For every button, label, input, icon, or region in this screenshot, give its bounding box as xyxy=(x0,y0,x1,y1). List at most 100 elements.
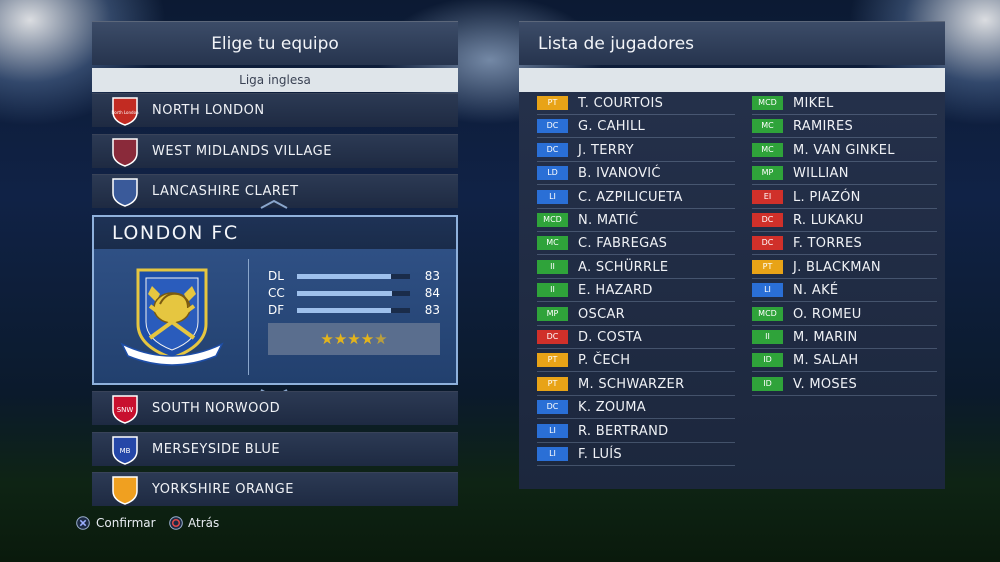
player-name: J. BLACKMAN xyxy=(793,259,881,275)
player-name: V. MOSES xyxy=(793,376,858,392)
team-row-south-norwood[interactable]: SNW SOUTH NORWOOD xyxy=(92,391,458,425)
position-badge: ID xyxy=(752,376,783,391)
svg-text:SNW: SNW xyxy=(117,406,134,414)
player-row[interactable]: PT P. ČECH xyxy=(537,349,735,373)
player-name: E. HAZARD xyxy=(578,283,653,299)
confirm-label[interactable]: Confirmar xyxy=(96,514,156,532)
player-row[interactable]: DC K. ZOUMA xyxy=(537,396,735,420)
yorkshire-orange-crest-icon xyxy=(112,476,138,505)
player-row[interactable]: MC RAMIRES xyxy=(752,115,937,139)
team-row-yorkshire-orange[interactable]: YORKSHIRE ORANGE xyxy=(92,472,458,506)
position-badge: MC xyxy=(752,119,783,134)
position-badge: ID xyxy=(752,353,783,368)
player-row[interactable]: PT J. BLACKMAN xyxy=(752,256,937,279)
player-row[interactable]: DC J. TERRY xyxy=(537,139,735,162)
player-row[interactable]: MCD MIKEL xyxy=(752,92,937,115)
player-row[interactable]: DC F. TORRES xyxy=(752,232,937,256)
player-row[interactable]: LI F. LUÍS xyxy=(537,443,735,466)
player-list-title: Lista de jugadores xyxy=(519,21,945,65)
player-row[interactable]: LI R. BERTRAND xyxy=(537,420,735,443)
team-select-title: Elige tu equipo xyxy=(92,21,458,65)
player-name: C. AZPILICUETA xyxy=(578,189,683,205)
player-row[interactable]: MC M. VAN GINKEL xyxy=(752,139,937,162)
player-name: A. SCHÜRRLE xyxy=(578,259,669,275)
position-badge: PT xyxy=(537,376,568,391)
player-row[interactable]: MP WILLIAN xyxy=(752,162,937,186)
player-row[interactable]: ID M. SALAH xyxy=(752,349,937,373)
player-row[interactable]: MCD O. ROMEU xyxy=(752,303,937,326)
player-row[interactable]: MP OSCAR xyxy=(537,303,735,326)
stat-bar xyxy=(297,274,410,279)
position-badge: LI xyxy=(537,189,568,204)
back-label[interactable]: Atrás xyxy=(188,514,219,532)
selected-team-card[interactable]: LONDON FC DL 83 CC 84 DF 83 ★★★★★ xyxy=(92,215,458,385)
team-name: YORKSHIRE ORANGE xyxy=(152,482,294,497)
position-badge: EI xyxy=(752,189,783,204)
position-badge: DC xyxy=(537,330,568,344)
player-row[interactable]: II E. HAZARD xyxy=(537,279,735,303)
position-badge: LI xyxy=(537,447,568,461)
position-badge: PT xyxy=(752,259,783,274)
team-row-merseyside-blue[interactable]: MB MERSEYSIDE BLUE xyxy=(92,432,458,466)
player-row[interactable]: MC C. FABREGAS xyxy=(537,232,735,256)
player-row[interactable]: LI N. AKÉ xyxy=(752,279,937,303)
player-name: WILLIAN xyxy=(793,166,849,182)
card-divider xyxy=(248,259,249,375)
team-row-north-london[interactable]: North London NORTH LONDON xyxy=(92,93,458,127)
svg-text:North London: North London xyxy=(111,110,139,115)
team-star-rating: ★★★★★ xyxy=(268,323,440,355)
player-name: B. IVANOVIĆ xyxy=(578,166,661,182)
position-badge: MC xyxy=(752,142,783,157)
stat-bar-fill xyxy=(297,274,391,279)
position-badge: MCD xyxy=(752,306,783,321)
north-london-crest-icon: North London xyxy=(111,97,139,126)
player-name: O. ROMEU xyxy=(793,306,862,322)
svg-text:MB: MB xyxy=(120,447,131,455)
player-row[interactable]: II A. SCHÜRRLE xyxy=(537,256,735,279)
player-row[interactable]: LD B. IVANOVIĆ xyxy=(537,162,735,186)
scroll-up-chevron-icon[interactable] xyxy=(259,198,289,210)
stat-row-defense: DF 83 xyxy=(268,302,440,318)
player-name: F. TORRES xyxy=(793,236,863,252)
player-row[interactable]: PT T. COURTOIS xyxy=(537,92,735,115)
player-row[interactable]: DC D. COSTA xyxy=(537,326,735,349)
player-row[interactable]: PT M. SCHWARZER xyxy=(537,373,735,396)
cross-button-icon xyxy=(76,516,90,530)
stat-bar xyxy=(297,308,410,313)
position-badge: II xyxy=(752,330,783,344)
player-row[interactable]: DC G. CAHILL xyxy=(537,115,735,139)
stat-value: 83 xyxy=(424,303,440,317)
stat-bar-fill xyxy=(297,291,392,296)
west-midlands-village-crest-icon xyxy=(112,138,138,167)
stat-value: 84 xyxy=(424,286,440,300)
player-list: PT T. COURTOIS DC G. CAHILL DC J. TERRY LD B. I… xyxy=(519,92,945,489)
team-name: WEST MIDLANDS VILLAGE xyxy=(152,144,332,159)
player-name: M. MARIN xyxy=(793,330,858,345)
player-row[interactable]: DC R. LUKAKU xyxy=(752,209,937,232)
player-name: M. SCHWARZER xyxy=(578,376,685,392)
team-row-west-midlands-village[interactable]: WEST MIDLANDS VILLAGE xyxy=(92,134,458,168)
player-row[interactable]: EI L. PIAZÓN xyxy=(752,186,937,209)
position-badge: PT xyxy=(537,96,568,110)
player-name: C. FABREGAS xyxy=(578,236,668,252)
stat-bar-fill xyxy=(297,308,391,313)
player-row[interactable]: MCD N. MATIĆ xyxy=(537,209,735,232)
circle-button-icon xyxy=(169,516,183,530)
stat-bar xyxy=(297,291,410,296)
player-row[interactable]: ID V. MOSES xyxy=(752,373,937,396)
position-badge: MC xyxy=(537,236,568,251)
position-badge: II xyxy=(537,259,568,274)
player-row[interactable]: LI C. AZPILICUETA xyxy=(537,186,735,209)
position-badge: DC xyxy=(752,236,783,251)
player-row[interactable]: II M. MARIN xyxy=(752,326,937,349)
position-badge: MCD xyxy=(537,213,568,227)
player-name: M. SALAH xyxy=(793,353,859,369)
position-badge: LD xyxy=(537,166,568,181)
player-name: J. TERRY xyxy=(578,142,634,158)
league-selector[interactable]: Liga inglesa xyxy=(92,68,458,92)
team-name: MERSEYSIDE BLUE xyxy=(152,442,281,457)
player-name: N. AKÉ xyxy=(793,283,839,299)
star-icon: ★ xyxy=(347,330,361,348)
player-name: M. VAN GINKEL xyxy=(793,142,895,158)
position-badge: LI xyxy=(537,423,568,438)
